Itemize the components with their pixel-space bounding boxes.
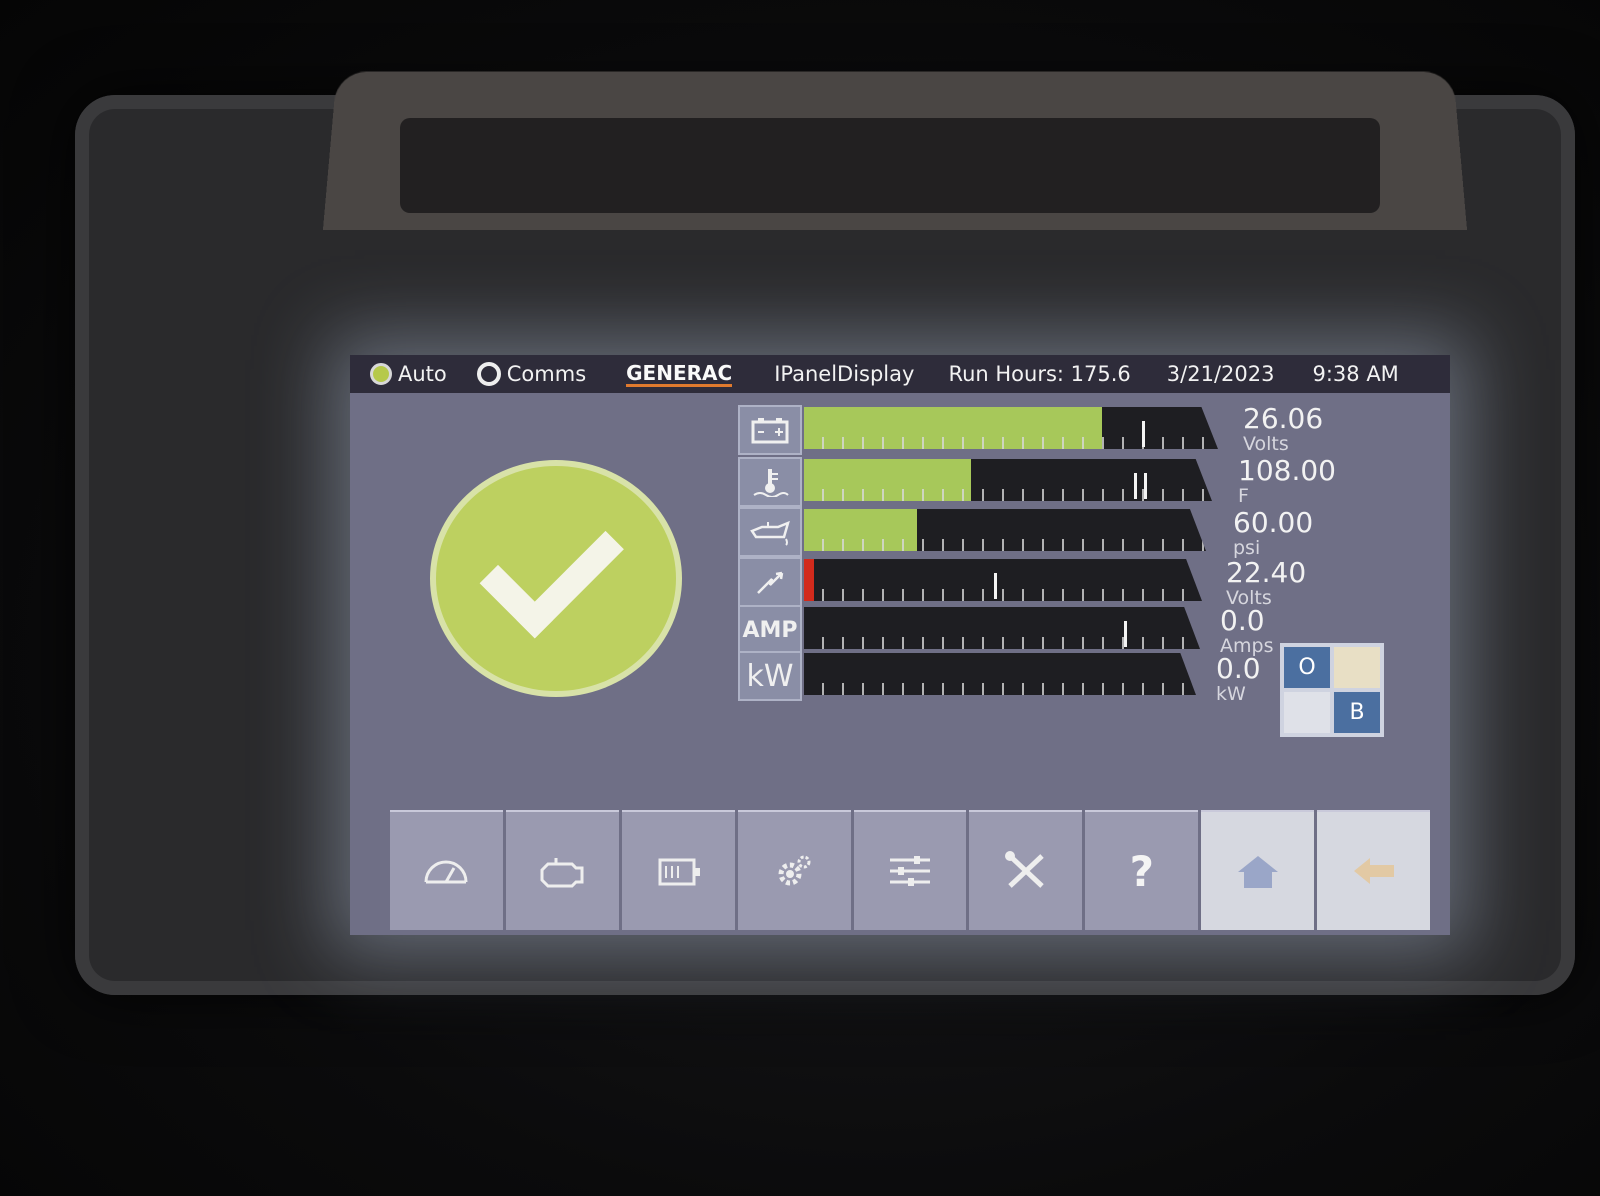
- battery-unit: Volts: [1243, 433, 1289, 455]
- amps-value: 0.0: [1220, 604, 1265, 637]
- back-button[interactable]: [1317, 810, 1431, 930]
- voltage-marker: [994, 573, 997, 599]
- back-arrow-icon: [1353, 858, 1394, 884]
- adjust-button[interactable]: [853, 810, 967, 930]
- voltage-ticks: [804, 589, 1202, 601]
- generator-icon: [658, 858, 701, 886]
- sliders-icon: [890, 856, 930, 886]
- time-display: 9:38 AM: [1312, 362, 1399, 386]
- voltage-bar: [804, 559, 1202, 601]
- coolant-unit: F: [1238, 485, 1249, 507]
- tools-button[interactable]: [969, 810, 1083, 930]
- device-slot: [400, 118, 1380, 213]
- coolant-temp-icon[interactable]: [738, 457, 802, 507]
- status-header: Auto Comms GENERAC IPanelDisplay Run Hou…: [350, 355, 1450, 393]
- engine-icon: [540, 858, 584, 888]
- coolant-bar: [804, 459, 1212, 501]
- help-icon: ?: [1129, 846, 1154, 896]
- battery-icon[interactable]: [738, 405, 802, 455]
- comms-status-icon: [476, 362, 501, 386]
- status-ok-indicator: [430, 460, 682, 697]
- coolant-value: 108.00: [1238, 454, 1336, 487]
- toggle-o-cell[interactable]: O: [1284, 647, 1330, 688]
- toggle-blank-cell-2[interactable]: [1284, 692, 1330, 733]
- home-icon: [1237, 856, 1278, 888]
- voltage-icon[interactable]: [738, 557, 802, 607]
- coolant-ticks: [804, 489, 1212, 501]
- auto-status-icon: [370, 363, 392, 385]
- oil-value: 60.00: [1233, 506, 1314, 539]
- run-hours: Run Hours: 175.6: [948, 362, 1131, 386]
- battery-bar: [804, 407, 1218, 449]
- home-button[interactable]: [1201, 810, 1315, 930]
- settings-button[interactable]: [737, 810, 851, 930]
- help-button[interactable]: ?: [1085, 810, 1199, 930]
- gear-icon: [778, 855, 811, 886]
- transfer-switch-toggle[interactable]: O B: [1280, 643, 1384, 737]
- kw-ticks: [804, 683, 1196, 695]
- panel-title: IPanelDisplay: [774, 362, 915, 386]
- auto-indicator: Auto: [370, 362, 447, 386]
- toggle-b-cell[interactable]: B: [1334, 692, 1380, 733]
- battery-value: 26.06: [1243, 402, 1324, 435]
- kw-unit: kW: [1216, 683, 1246, 705]
- kw-icon[interactable]: kW: [738, 651, 802, 701]
- brand-logo: GENERAC: [626, 360, 733, 387]
- kw-value: 0.0: [1216, 652, 1261, 685]
- tools-icon: [1004, 851, 1044, 888]
- kw-bar: [804, 653, 1196, 695]
- comms-label: Comms: [506, 362, 587, 386]
- engine-button[interactable]: [505, 810, 619, 930]
- amps-marker: [1124, 621, 1127, 647]
- oil-bar: [804, 509, 1206, 551]
- battery-marker: [1142, 421, 1145, 447]
- comms-indicator: Comms: [476, 362, 587, 386]
- auto-label: Auto: [398, 362, 447, 386]
- date-display: 3/21/2023: [1166, 362, 1275, 386]
- amps-bar: [804, 607, 1200, 649]
- display-screen: Auto Comms GENERAC IPanelDisplay Run Hou…: [350, 355, 1450, 935]
- checkmark-icon: [479, 493, 624, 638]
- bottom-nav-bar: ?: [390, 810, 1431, 930]
- oil-pressure-icon[interactable]: [738, 507, 802, 557]
- toggle-blank-cell-1[interactable]: [1334, 647, 1380, 688]
- coolant-marker-2: [1144, 473, 1147, 499]
- amps-ticks: [804, 637, 1200, 649]
- gauge-button[interactable]: [390, 810, 503, 930]
- generator-button[interactable]: [621, 810, 735, 930]
- battery-ticks: [804, 437, 1218, 449]
- coolant-marker-1: [1134, 473, 1137, 499]
- gauge-icon: [424, 860, 468, 884]
- oil-ticks: [804, 539, 1206, 551]
- amp-icon[interactable]: AMP: [738, 605, 802, 655]
- voltage-value: 22.40: [1226, 556, 1307, 589]
